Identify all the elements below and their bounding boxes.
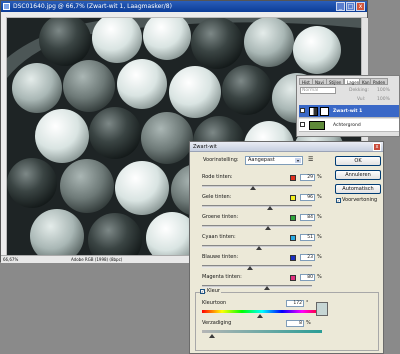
- rode-slider-track[interactable]: [202, 185, 312, 188]
- gele-color-swatch: [290, 195, 296, 201]
- hue-slider-thumb[interactable]: [256, 314, 263, 318]
- saturation-label: Verzadiging: [202, 320, 232, 326]
- groene-color-swatch: [290, 215, 296, 221]
- hue-label: Kleurtoon: [202, 300, 227, 306]
- gele-label: Gele tinten:: [202, 194, 232, 200]
- saturation-slider[interactable]: [202, 334, 322, 340]
- dialog-titlebar[interactable]: Zwart-wit: [190, 142, 383, 152]
- adjustment-layer-icon: [309, 107, 318, 116]
- layer-row-achtergrond[interactable]: Achtergrond: [299, 119, 399, 132]
- black-white-dialog[interactable]: Zwart-wit x Voorinstelling: Aangepast ▾ …: [189, 141, 384, 354]
- magenta-color-swatch: [290, 275, 296, 281]
- minimize-button[interactable]: _: [336, 2, 345, 11]
- blauwe-label: Blauwe tinten:: [202, 254, 239, 260]
- cancel-button[interactable]: Annuleren: [335, 170, 381, 180]
- cyaan-slider-thumb[interactable]: [256, 246, 263, 250]
- hue-unit: °: [306, 300, 309, 306]
- magenta-slider-thumb[interactable]: [263, 286, 270, 290]
- groene-value-field[interactable]: 84: [300, 214, 315, 221]
- eye-icon[interactable]: [300, 108, 305, 113]
- tab-history[interactable]: Hist: [299, 78, 313, 85]
- magenta-value-field[interactable]: 80: [300, 274, 315, 281]
- rode-value-field[interactable]: 29: [300, 174, 315, 181]
- hue-value[interactable]: 172: [286, 300, 304, 307]
- fill-label: Vul:: [357, 97, 366, 102]
- layers-panel[interactable]: Hist Navi Stijlen Lagen Kan Paden Normal…: [296, 75, 400, 137]
- groene-slider-thumb[interactable]: [265, 226, 271, 230]
- rode-label: Rode tinten:: [202, 174, 233, 180]
- fill-value[interactable]: 100%: [377, 96, 390, 103]
- layer-name: Zwart-wit 1: [333, 109, 363, 114]
- rode-slider-thumb[interactable]: [249, 186, 256, 190]
- blauwe-color-swatch: [290, 255, 296, 261]
- gele-slider-track[interactable]: [202, 205, 312, 208]
- preview-checkbox[interactable]: ✓: [336, 198, 341, 203]
- zoom-readout[interactable]: 66,67%: [3, 256, 18, 263]
- gele-slider-thumb[interactable]: [267, 206, 274, 210]
- opacity-value[interactable]: 100%: [377, 87, 390, 94]
- ps-document-icon: [3, 3, 10, 10]
- blauwe-slider-thumb[interactable]: [247, 266, 254, 270]
- preset-value: Aangepast: [248, 157, 275, 163]
- rode-percent-label: %: [317, 174, 322, 180]
- preview-label: Voorvertoning: [342, 197, 378, 203]
- auto-button[interactable]: Automatisch: [335, 184, 381, 194]
- tab-navigator[interactable]: Navi: [312, 78, 327, 85]
- groene-percent-label: %: [317, 214, 322, 220]
- magenta-percent-label: %: [317, 274, 322, 280]
- layer-name: Achtergrond: [333, 123, 361, 128]
- tint-color-swatch[interactable]: [316, 302, 328, 316]
- hue-spectrum: [202, 310, 322, 313]
- magenta-slider-track[interactable]: [202, 285, 312, 288]
- cyaan-percent-label: %: [317, 234, 322, 240]
- tab-styles[interactable]: Stijlen: [326, 78, 345, 85]
- preset-select[interactable]: Aangepast ▾: [245, 156, 303, 165]
- gele-value-field[interactable]: 96: [300, 194, 315, 201]
- blend-mode-select[interactable]: Normal: [300, 87, 336, 94]
- saturation-unit: %: [306, 320, 311, 326]
- ok-button[interactable]: OK: [335, 156, 381, 166]
- dialog-title: Zwart-wit: [193, 144, 217, 150]
- saturation-slider-thumb[interactable]: [208, 334, 215, 338]
- maximize-button[interactable]: □: [346, 2, 355, 11]
- dialog-close-button[interactable]: x: [373, 143, 381, 151]
- background-thumbnail: [309, 121, 325, 130]
- layer-row-zwart-wit[interactable]: Zwart-wit 1: [299, 105, 399, 118]
- tint-checkbox[interactable]: ✓: [200, 289, 205, 294]
- blauwe-value-field[interactable]: 23: [300, 254, 315, 261]
- close-button[interactable]: x: [356, 2, 365, 11]
- image-window-title: DSC01640.jpg @ 66,7% (Zwart-wit 1, Laagm…: [13, 3, 172, 10]
- groene-label: Groene tinten:: [202, 214, 239, 220]
- blauwe-percent-label: %: [317, 254, 322, 260]
- image-window-titlebar[interactable]: DSC01640.jpg @ 66,7% (Zwart-wit 1, Laagm…: [1, 1, 367, 12]
- gele-percent-label: %: [317, 194, 322, 200]
- saturation-gradient: [202, 330, 322, 333]
- tint-label: Kleur: [206, 288, 221, 295]
- cyaan-label: Cyaan tinten:: [202, 234, 236, 240]
- eye-icon[interactable]: [300, 122, 305, 127]
- cyaan-color-swatch: [290, 235, 296, 241]
- color-profile-readout: Adobe RGB (1998) (8bpc): [71, 257, 123, 262]
- groene-slider-track[interactable]: [202, 225, 312, 228]
- saturation-value[interactable]: 8: [286, 320, 304, 327]
- layer-mask-thumbnail[interactable]: [320, 107, 329, 116]
- tab-paths[interactable]: Paden: [370, 78, 389, 85]
- cyaan-value-field[interactable]: 51: [300, 234, 315, 241]
- rode-color-swatch: [290, 175, 296, 181]
- preset-options-icon[interactable]: ☰: [308, 156, 313, 163]
- chevron-down-icon: ▾: [295, 158, 301, 163]
- opacity-label: Dekking:: [349, 88, 369, 93]
- preset-label: Voorinstelling:: [203, 157, 239, 163]
- blauwe-slider-track[interactable]: [202, 265, 312, 268]
- magenta-label: Magenta tinten:: [202, 274, 242, 280]
